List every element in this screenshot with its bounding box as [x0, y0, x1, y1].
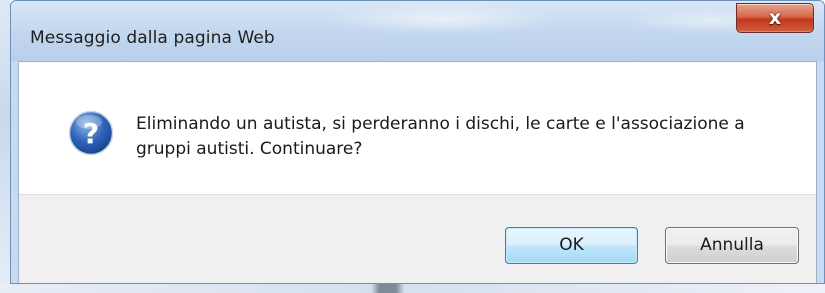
close-icon: x	[768, 7, 782, 29]
question-icon: ?	[68, 110, 114, 156]
close-button[interactable]: x	[736, 3, 814, 33]
message-text: Eliminando un autista, si perderanno i d…	[136, 114, 745, 159]
cancel-button[interactable]: Annulla	[665, 227, 799, 264]
message-dialog: Messaggio dalla pagina Web x ? Eliminand…	[10, 0, 825, 284]
dialog-body: ? Eliminando un autista, si perderanno i…	[18, 61, 817, 283]
background-page-edge	[0, 0, 10, 293]
svg-text:?: ?	[83, 117, 99, 150]
ok-button[interactable]: OK	[505, 227, 638, 264]
message-area: ? Eliminando un autista, si perderanno i…	[19, 62, 816, 194]
background-page-bottom	[0, 284, 825, 293]
dialog-titlebar[interactable]: Messaggio dalla pagina Web x	[11, 1, 824, 61]
dialog-title: Messaggio dalla pagina Web	[30, 28, 275, 48]
